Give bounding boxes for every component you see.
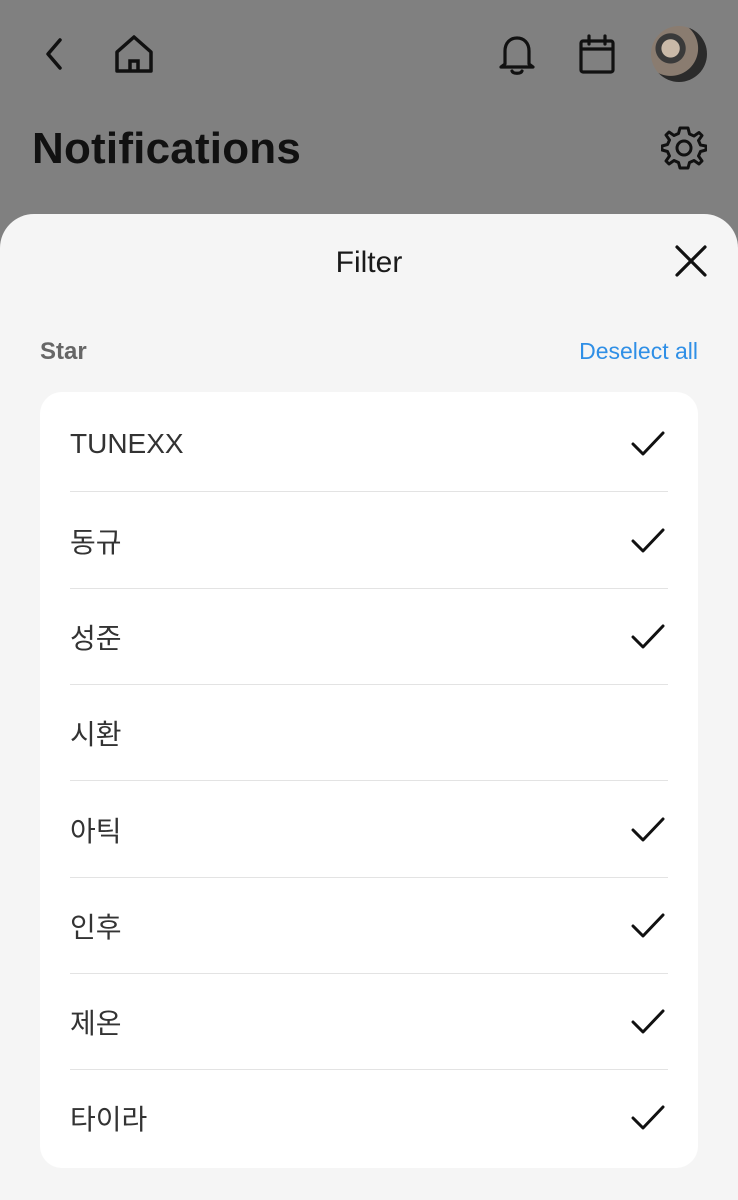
app-header: Notifications — [0, 0, 738, 232]
avatar[interactable] — [651, 26, 707, 82]
gear-icon[interactable] — [658, 122, 710, 174]
check-icon — [628, 521, 668, 561]
calendar-icon[interactable] — [574, 30, 620, 78]
list-item[interactable]: 동규 — [70, 493, 668, 589]
check-icon — [628, 424, 668, 464]
check-icon — [628, 810, 668, 850]
list-item[interactable]: 타이라 — [70, 1070, 668, 1166]
bell-icon[interactable] — [494, 30, 540, 78]
sheet-title: Filter — [335, 246, 403, 279]
list-item[interactable]: 인후 — [70, 878, 668, 974]
list-item-label: 성준 — [70, 623, 122, 654]
list-item[interactable]: 제온 — [70, 974, 668, 1070]
list-item-label: 인후 — [70, 912, 122, 943]
back-icon[interactable] — [34, 32, 74, 76]
list-item-label: 제온 — [70, 1008, 122, 1039]
check-placeholder — [628, 713, 668, 753]
list-item-label: 동규 — [70, 527, 122, 558]
check-icon — [628, 1002, 668, 1042]
divider — [70, 491, 668, 492]
check-icon — [628, 1098, 668, 1138]
close-icon[interactable] — [668, 238, 714, 284]
home-icon[interactable] — [108, 30, 160, 78]
divider — [70, 780, 668, 781]
filter-sheet: Filter Star Deselect all TUNEXX 동규 성준 시환… — [0, 214, 738, 1200]
list-item-label: 시환 — [70, 719, 122, 750]
list-item[interactable]: 성준 — [70, 589, 668, 685]
deselect-all-button[interactable]: Deselect all — [579, 338, 698, 365]
list-item-label: 타이라 — [70, 1104, 148, 1135]
star-list: TUNEXX 동규 성준 시환 아틱 인후 제온 타이라 — [40, 392, 698, 1168]
check-icon — [628, 906, 668, 946]
list-item[interactable]: 시환 — [70, 685, 668, 781]
check-icon — [628, 617, 668, 657]
list-item-label: TUNEXX — [70, 428, 184, 459]
page-title: Notifications — [32, 124, 302, 173]
section-label-star: Star — [40, 338, 87, 365]
list-item-label: 아틱 — [70, 816, 122, 847]
list-item[interactable]: 아틱 — [70, 782, 668, 878]
list-item[interactable]: TUNEXX — [70, 396, 668, 492]
